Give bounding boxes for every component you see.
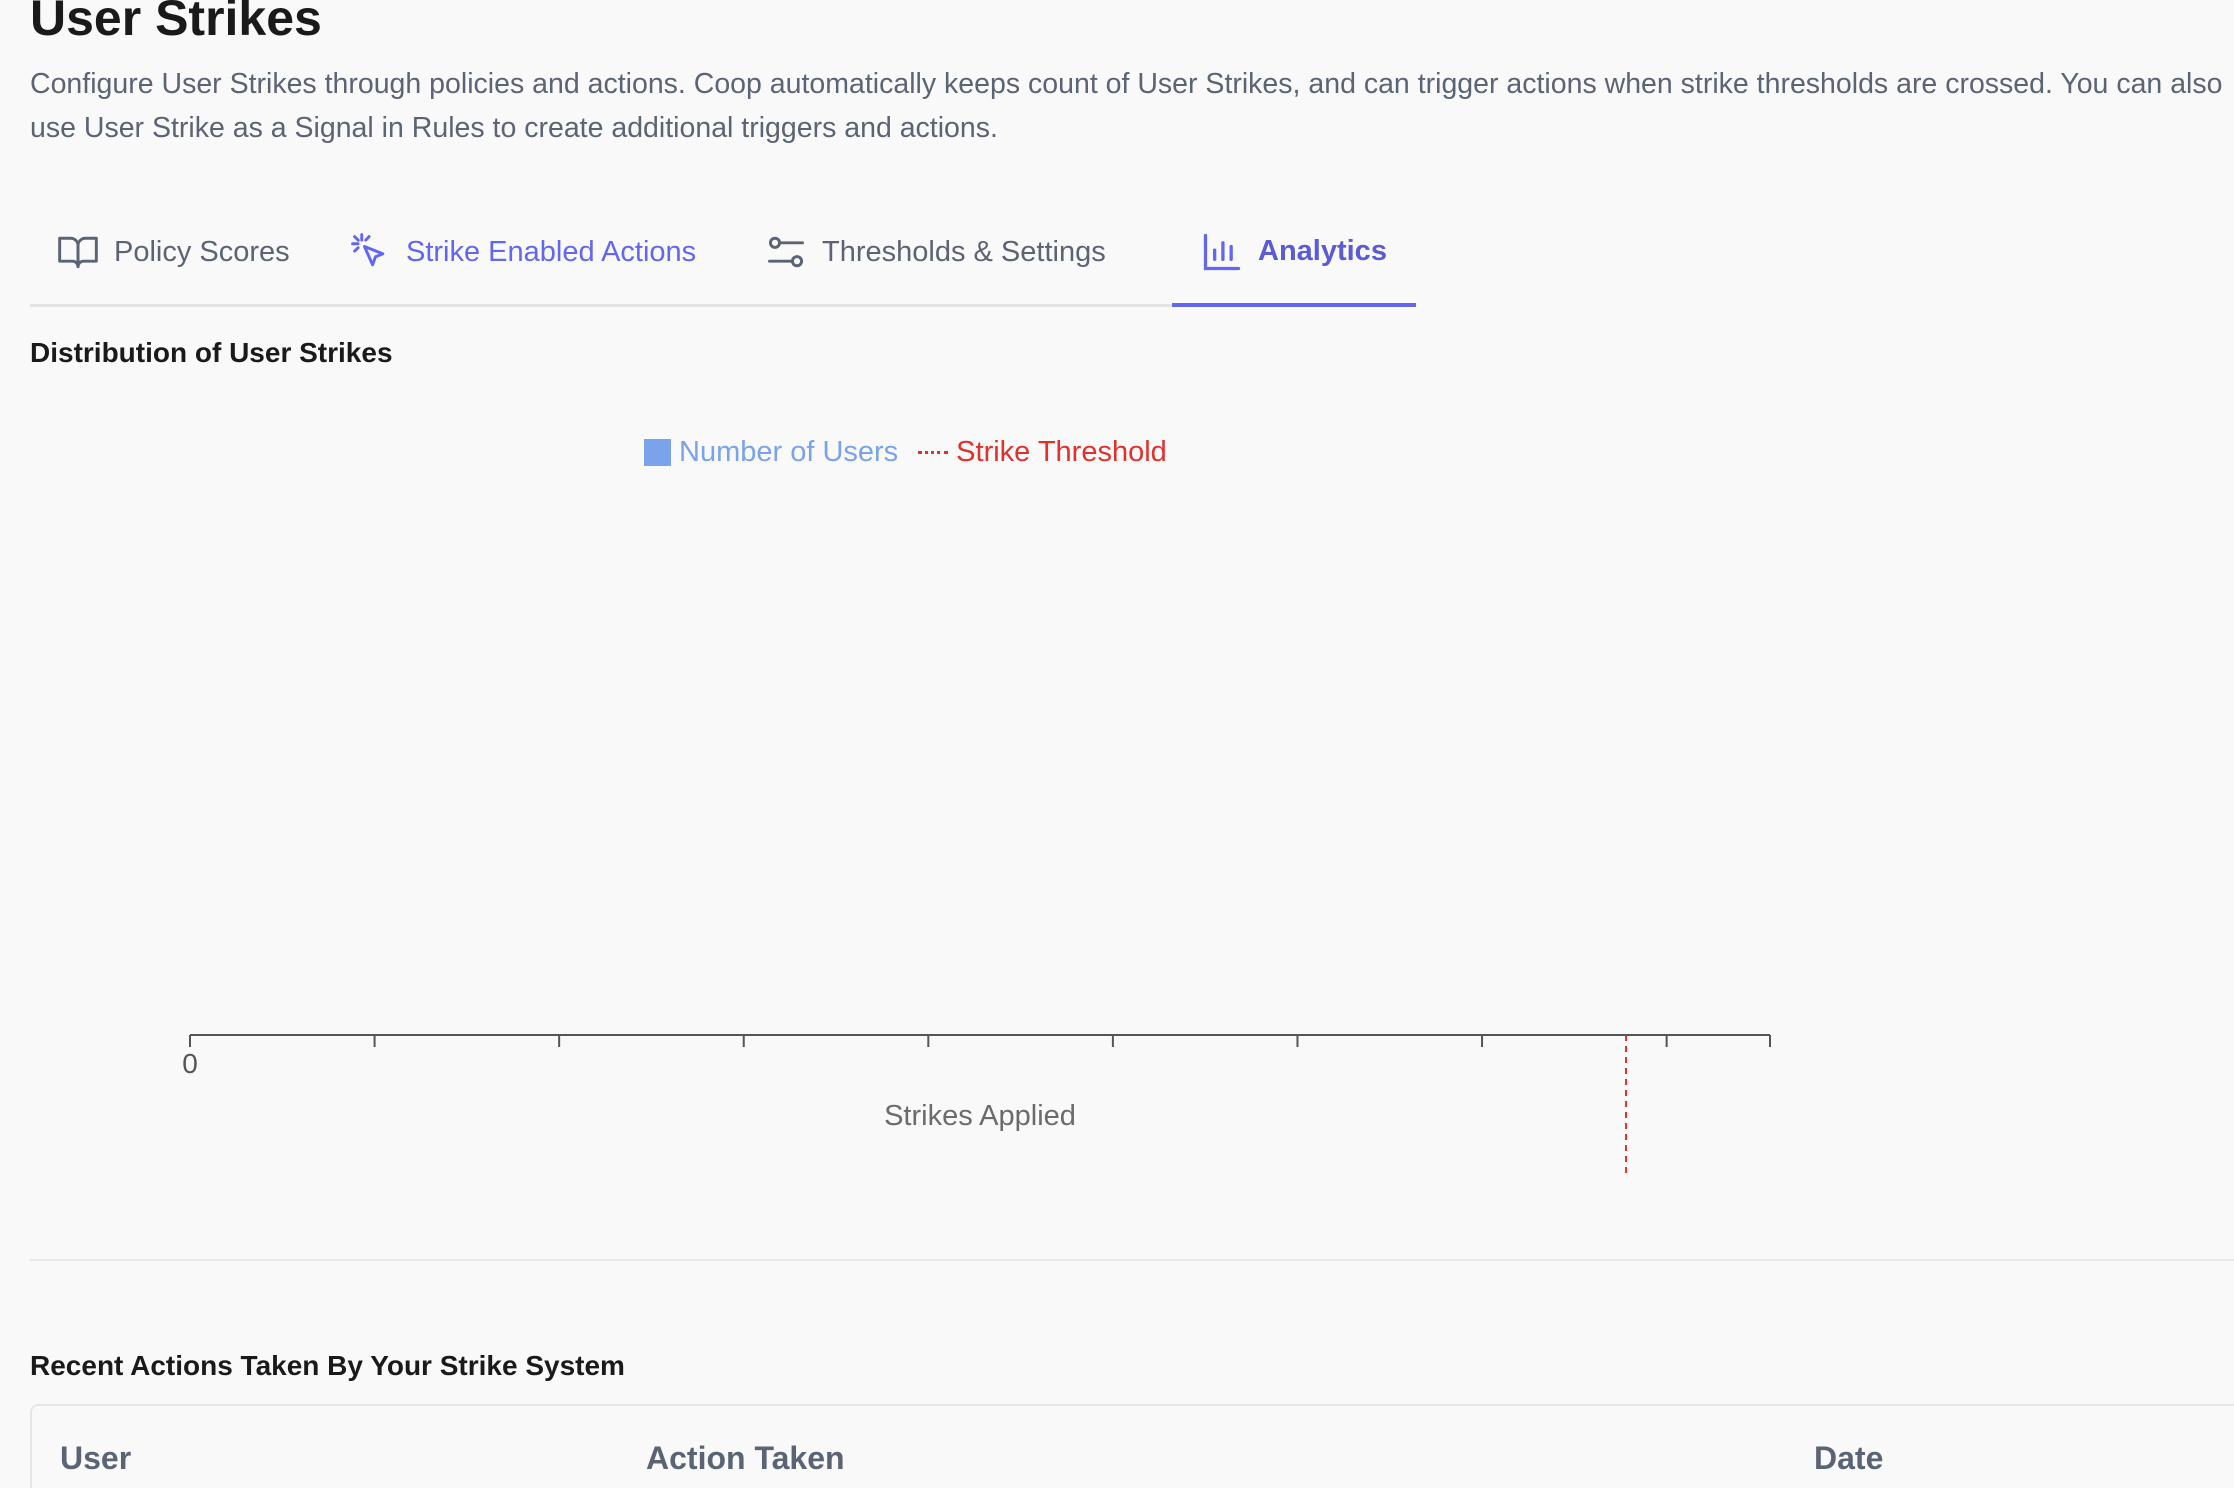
chart-legend: Number of Users Strike Threshold (644, 432, 1167, 472)
chart-section-title: Distribution of User Strikes (30, 337, 393, 368)
legend-swatch-number-of-users (644, 438, 671, 466)
tab-bar: Policy Scores Strike Enabled Actions Thr… (30, 200, 1416, 307)
tab-label: Policy Scores (114, 235, 290, 268)
tab-label: Strike Enabled Actions (406, 235, 697, 268)
column-header-action-taken[interactable]: Action Taken (646, 1440, 845, 1477)
legend-label-number-of-users: Number of Users (679, 435, 899, 468)
book-open-icon (56, 230, 100, 274)
user-strikes-page: User Strikes Configure User Strikes thro… (0, 0, 2234, 1488)
recent-actions-table: User Action Taken Date (30, 1404, 2234, 1488)
sliders-icon (764, 230, 808, 274)
tab-policy-scores[interactable]: Policy Scores (56, 200, 290, 304)
column-header-user[interactable]: User (60, 1440, 131, 1477)
tab-label: Analytics (1258, 235, 1387, 267)
cursor-click-icon (348, 230, 392, 274)
section-divider (30, 1259, 2234, 1261)
x-axis-label: Strikes Applied (884, 1100, 1076, 1132)
legend-swatch-strike-threshold (918, 450, 949, 454)
recent-actions-title: Recent Actions Taken By Your Strike Syst… (30, 1350, 625, 1381)
legend-label-strike-threshold: Strike Threshold (956, 435, 1167, 468)
tab-thresholds-settings[interactable]: Thresholds & Settings (764, 200, 1106, 304)
bar-chart-icon (1200, 230, 1244, 274)
column-header-date[interactable]: Date (1814, 1440, 1883, 1477)
page-description: Configure User Strikes through policies … (30, 68, 2223, 144)
tab-strike-enabled-actions[interactable]: Strike Enabled Actions (348, 200, 696, 304)
tab-analytics[interactable]: Analytics (1172, 200, 1416, 307)
tab-label: Thresholds & Settings (822, 235, 1106, 268)
x-tick-label: 0 (182, 1048, 198, 1079)
page-title: User Strikes (30, 0, 322, 46)
